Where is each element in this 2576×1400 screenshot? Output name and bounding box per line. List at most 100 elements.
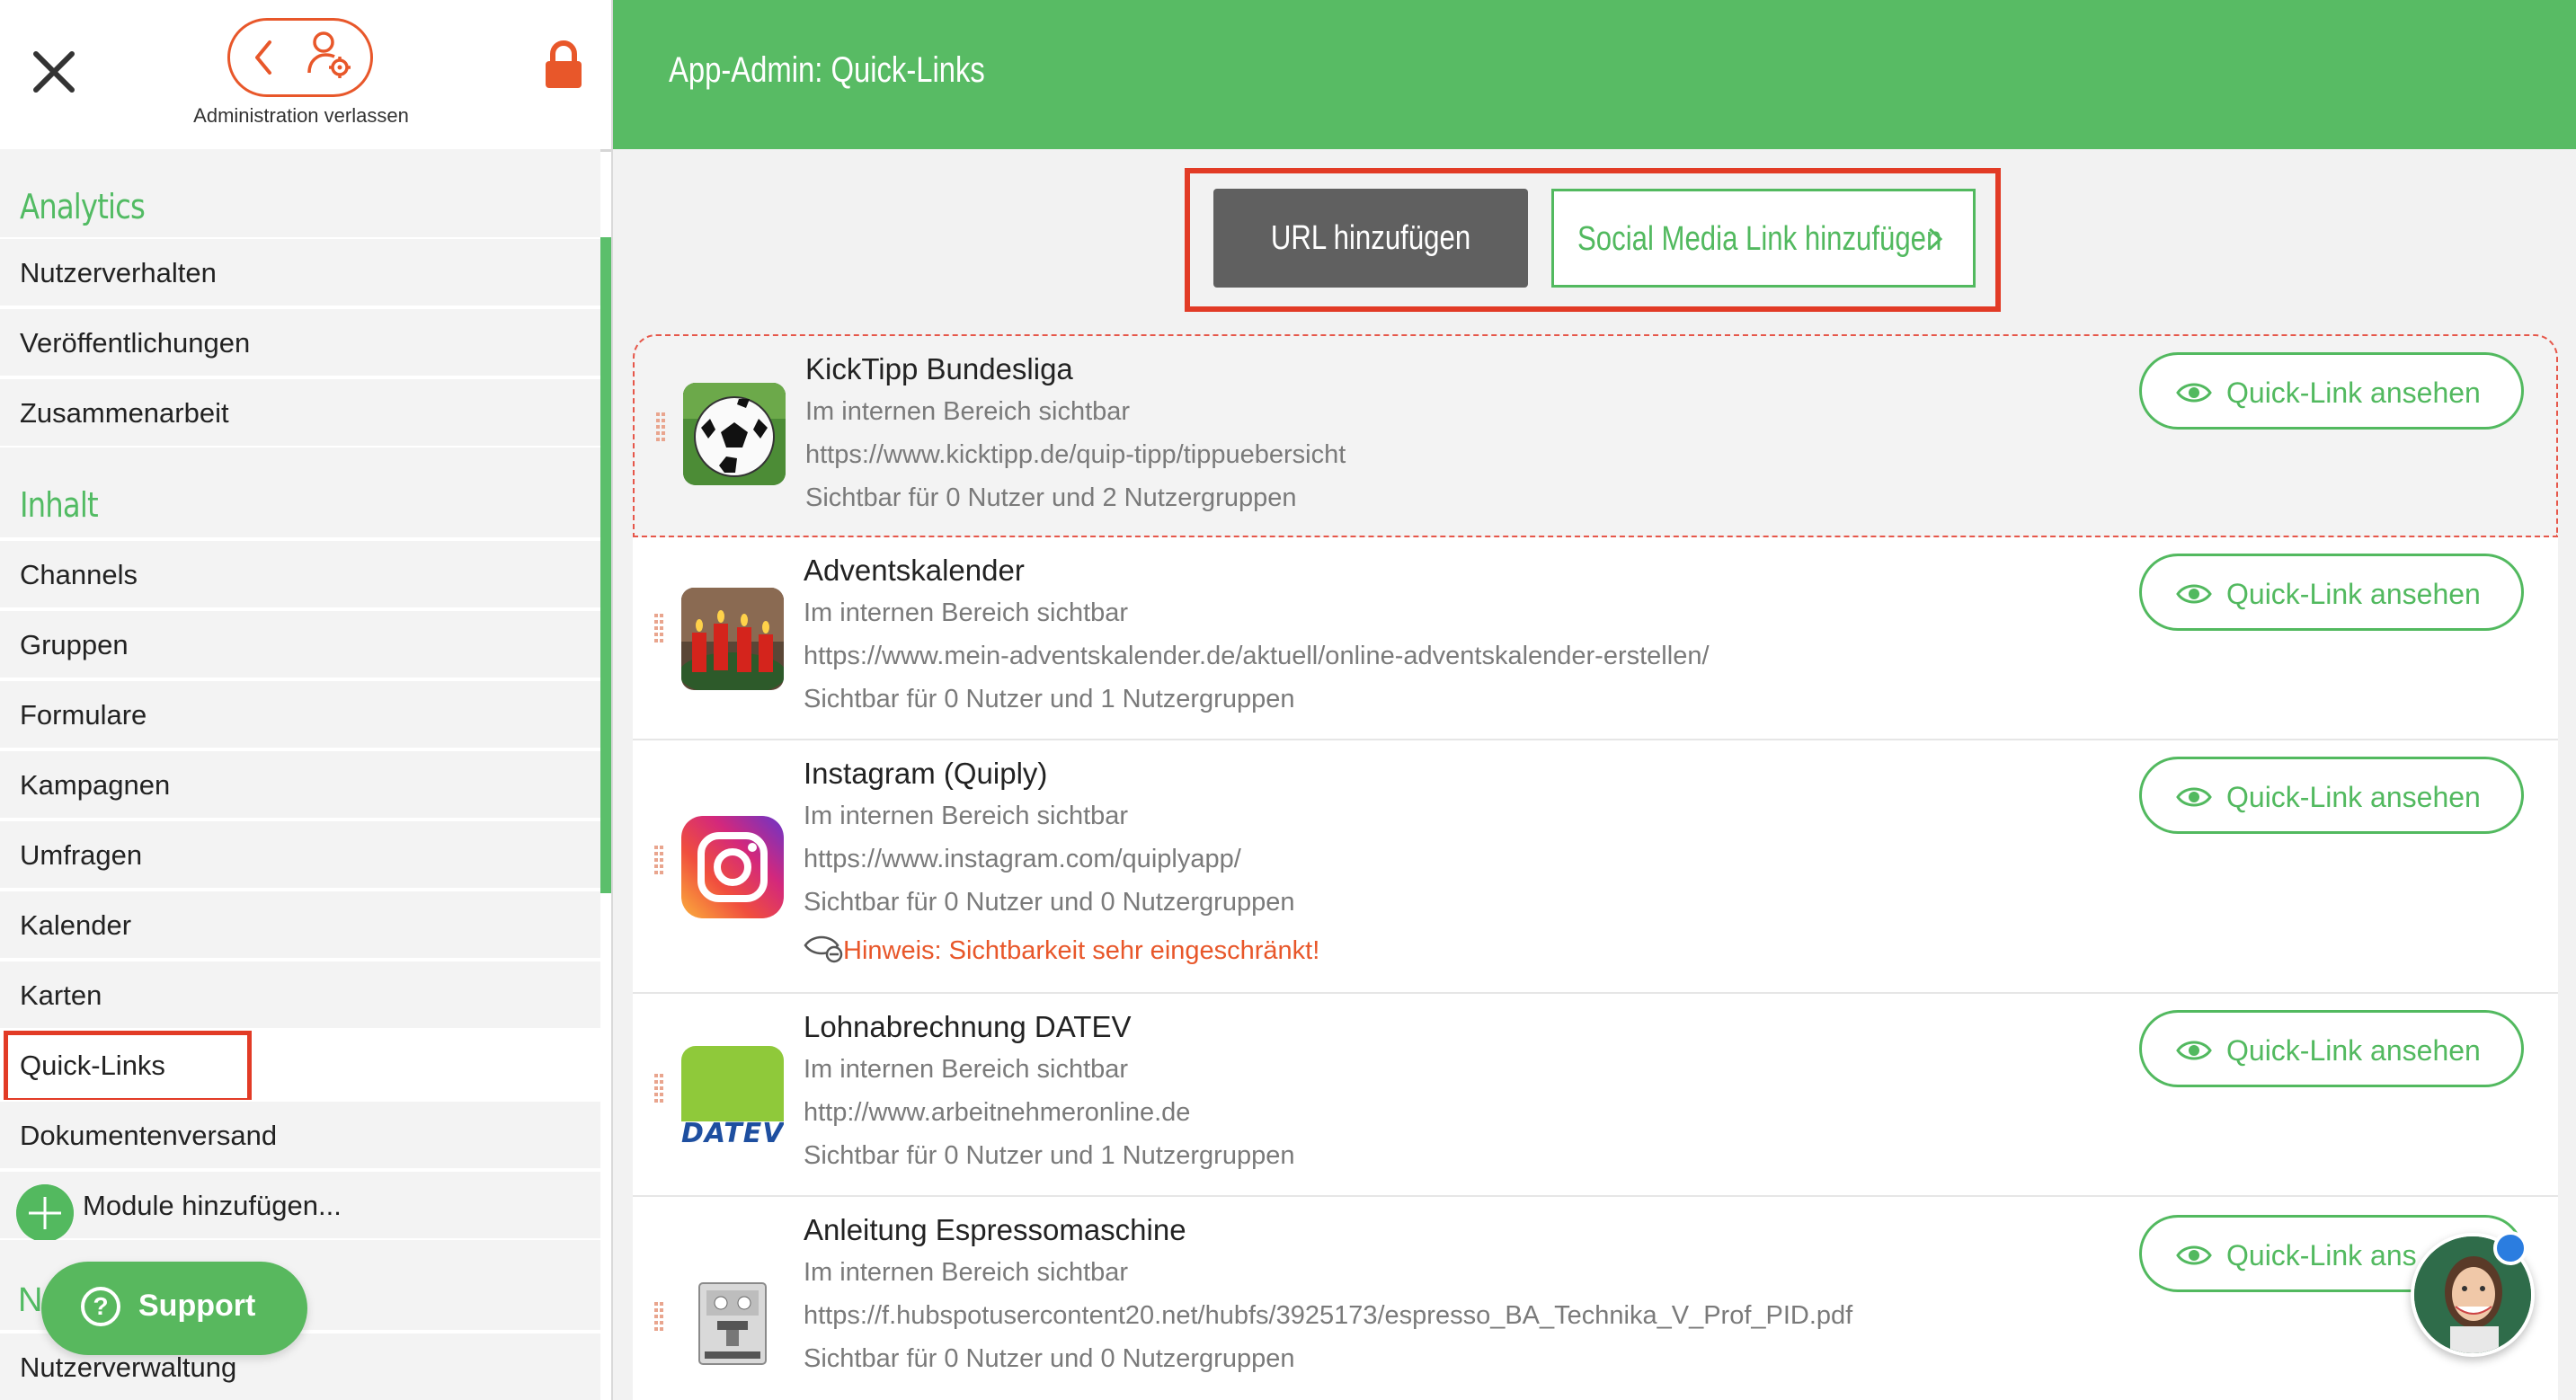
section-title: Inhalt (20, 485, 99, 525)
quicklink-title: Instagram (Quiply) (804, 757, 1048, 790)
chevron-left-icon (255, 40, 271, 75)
eye-icon (2176, 787, 2212, 807)
online-status-dot (2493, 1231, 2527, 1265)
plus-icon[interactable] (16, 1184, 74, 1242)
view-quicklink-button[interactable]: Quick-Link ansehen (2139, 1010, 2524, 1087)
quicklink-title: Anleitung Espressomaschine (804, 1213, 1186, 1246)
sidebar-item-label: Gruppen (20, 629, 129, 660)
view-quicklink-label: Quick-Link ansehen (2226, 377, 2481, 409)
eye-icon (2176, 383, 2212, 403)
instagram-logo-icon (681, 816, 784, 918)
sidebar-item-zusammenarbeit[interactable]: Zusammenarbeit (0, 377, 600, 446)
add-social-link-button[interactable]: Social Media Link hinzufügen (1551, 189, 1976, 288)
leave-admin-button[interactable] (227, 18, 373, 97)
quicklink-title: KickTipp Bundesliga (805, 352, 1073, 385)
sidebar-top-bar: Administration verlassen (0, 0, 611, 152)
eye-icon (2176, 584, 2212, 604)
view-quicklink-button[interactable]: Quick-Link ansehen (2139, 352, 2524, 430)
add-url-button[interactable]: URL hinzufügen (1213, 189, 1528, 288)
sidebar: Administration verlassen Analytics Nutze… (0, 0, 613, 1400)
sidebar-item-label: Umfragen (20, 839, 143, 871)
quicklink-area: Im internen Bereich sichtbar (805, 397, 1131, 426)
sidebar-item-label: Module hinzufügen... (83, 1190, 342, 1221)
quicklink-area: Im internen Bereich sichtbar (804, 1258, 1129, 1287)
sidebar-item-karten[interactable]: Karten (0, 960, 600, 1028)
drag-handle-icon[interactable] (654, 611, 663, 645)
sidebar-item-umfragen[interactable]: Umfragen (0, 820, 600, 888)
datev-logo-text: DATEV (681, 1118, 784, 1148)
support-label: Support (138, 1289, 256, 1323)
soccer-ball-icon (683, 383, 786, 485)
sidebar-item-label: Dokumentenversand (20, 1120, 278, 1151)
visibility-restricted-icon (804, 935, 843, 963)
sidebar-item-label: Kampagnen (20, 769, 171, 801)
sidebar-item-kampagnen[interactable]: Kampagnen (0, 749, 600, 818)
sidebar-item-dokumentenversand[interactable]: Dokumentenversand (0, 1100, 600, 1168)
close-icon[interactable] (25, 43, 83, 101)
section-title: Analytics (20, 187, 146, 226)
page-title: App-Admin: Quick-Links (669, 50, 985, 90)
drag-handle-icon[interactable] (654, 1071, 663, 1105)
sidebar-item-gruppen[interactable]: Gruppen (0, 609, 600, 678)
view-quicklink-label: Quick-Link ansehen (2226, 578, 2481, 610)
view-quicklink-button[interactable]: Quick-Link ansehen (2139, 554, 2524, 631)
sidebar-item-label: Zusammenarbeit (20, 397, 229, 429)
sidebar-item-kalender[interactable]: Kalender (0, 890, 600, 958)
lock-icon[interactable] (543, 40, 584, 90)
espresso-machine-icon (681, 1272, 784, 1375)
quicklink-row[interactable]: Anleitung Espressomaschine Im internen B… (633, 1197, 2558, 1400)
sidebar-item-label: Kalender (20, 909, 132, 941)
sidebar-item-channels[interactable]: Channels (0, 539, 600, 607)
quicklink-row[interactable]: KickTipp Bundesliga Im internen Bereich … (633, 334, 2558, 537)
quicklink-url: http://www.arbeitnehmeronline.de (804, 1098, 1191, 1127)
sidebar-item-module-hinzufuegen[interactable]: Module hinzufügen... (0, 1170, 600, 1238)
view-quicklink-label: Quick-Link ansehen (2226, 781, 2481, 813)
sidebar-item-veroeffentlichungen[interactable]: Veröffentlichungen (0, 307, 600, 376)
sidebar-item-formulare[interactable]: Formulare (0, 679, 600, 748)
view-quicklink-button[interactable]: Quick-Link ansehen (2139, 757, 2524, 834)
quicklink-area: Im internen Bereich sichtbar (804, 802, 1129, 830)
chevron-right-icon (1928, 227, 1943, 251)
section-title-partial: N (18, 1281, 43, 1319)
sidebar-item-label: Karten (20, 979, 102, 1011)
header-bar: App-Admin: Quick-Links (613, 0, 2576, 149)
quicklink-visibility: Sichtbar für 0 Nutzer und 0 Nutzergruppe… (804, 1344, 1295, 1373)
quicklink-visibility: Sichtbar für 0 Nutzer und 0 Nutzergruppe… (804, 888, 1295, 917)
quicklink-visibility: Sichtbar für 0 Nutzer und 2 Nutzergruppe… (805, 483, 1297, 512)
drag-handle-icon[interactable] (654, 843, 663, 877)
add-social-link-label: Social Media Link hinzufügen (1577, 220, 1942, 258)
quicklink-url: https://www.kicktipp.de/quip-tipp/tippue… (805, 440, 1346, 469)
quicklink-visibility: Sichtbar für 0 Nutzer und 1 Nutzergruppe… (804, 685, 1295, 713)
sidebar-item-nutzerverhalten[interactable]: Nutzerverhalten (0, 237, 600, 306)
drag-handle-icon[interactable] (656, 410, 665, 444)
quicklink-title: Adventskalender (804, 554, 1025, 587)
sidebar-scrollbar[interactable] (600, 237, 611, 893)
quicklink-url: https://www.mein-adventskalender.de/aktu… (804, 642, 1710, 670)
leave-admin-label: Administration verlassen (193, 104, 409, 127)
support-button[interactable]: ? Support (41, 1262, 307, 1355)
sidebar-item-label: Channels (20, 559, 138, 590)
quicklink-row[interactable]: Instagram (Quiply) Im internen Bereich s… (633, 740, 2558, 994)
eye-icon (2176, 1245, 2212, 1265)
quicklink-visibility: Sichtbar für 0 Nutzer und 1 Nutzergruppe… (804, 1141, 1295, 1170)
quicklink-area: Im internen Bereich sichtbar (804, 598, 1129, 627)
quicklink-area: Im internen Bereich sichtbar (804, 1055, 1129, 1084)
active-item-highlight (4, 1031, 252, 1103)
quicklink-row[interactable]: DATEV Lohnabrechnung DATEV Im internen B… (633, 994, 2558, 1197)
sidebar-item-label: Formulare (20, 699, 147, 731)
quicklink-row[interactable]: Adventskalender Im internen Bereich sich… (633, 537, 2558, 740)
datev-logo-icon: DATEV (681, 1046, 784, 1148)
view-quicklink-label: Quick-Link ansehen (2226, 1034, 2481, 1067)
section-inhalt: Inhalt (0, 447, 600, 537)
sidebar-item-label: Nutzerverwaltung (20, 1351, 237, 1383)
sidebar-item-label: Nutzerverhalten (20, 257, 217, 288)
drag-handle-icon[interactable] (654, 1299, 663, 1334)
quicklink-url: https://www.instagram.com/quiplyapp/ (804, 845, 1241, 873)
visibility-warning: Hinweis: Sichtbarkeit sehr eingeschränkt… (843, 936, 1320, 965)
user-settings-icon (307, 31, 351, 78)
add-url-label: URL hinzufügen (1270, 219, 1471, 257)
section-analytics: Analytics (0, 149, 600, 239)
quicklink-url: https://f.hubspotusercontent20.net/hubfs… (804, 1301, 1853, 1330)
sidebar-item-label: Veröffentlichungen (20, 327, 251, 359)
view-quicklink-label: Quick-Link ans (2226, 1239, 2417, 1272)
